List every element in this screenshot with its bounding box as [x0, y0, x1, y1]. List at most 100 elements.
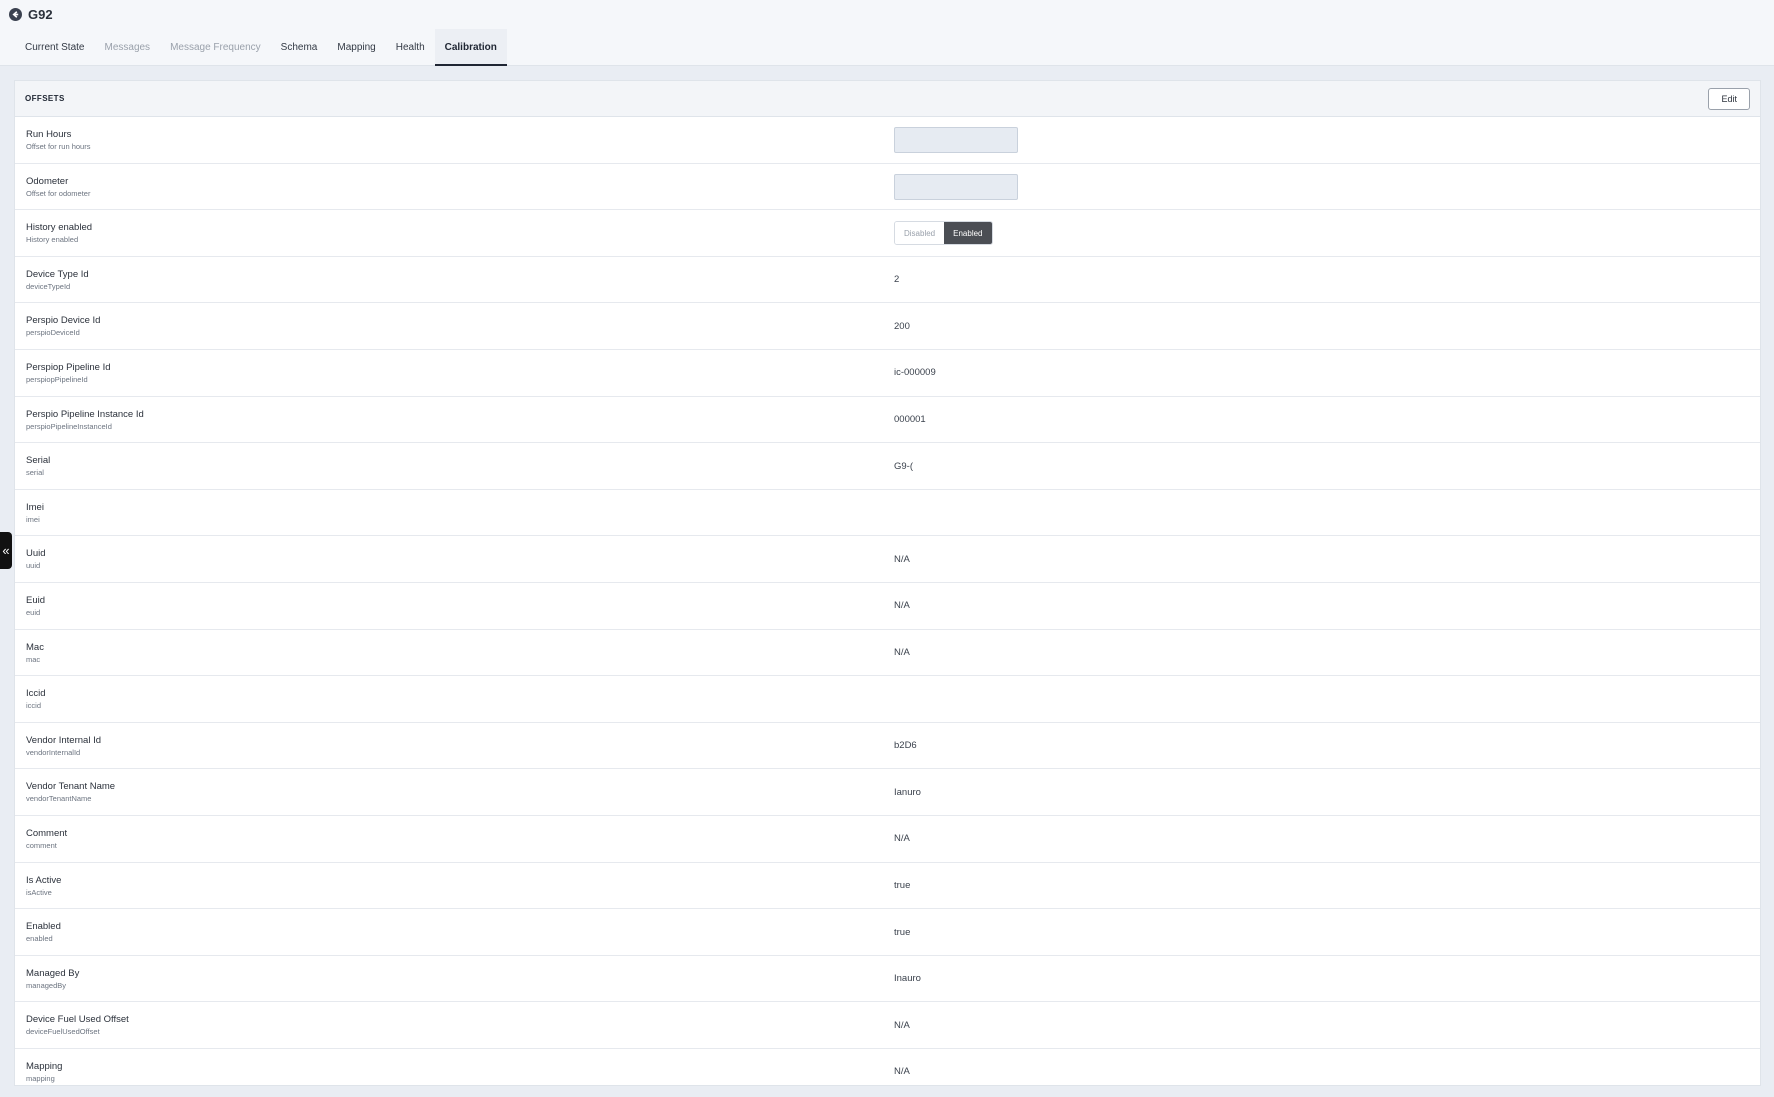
field-value-container [894, 117, 1018, 163]
field-label-group: Perspiop Pipeline Id perspiopPipelineId [26, 362, 111, 386]
field-list: Run Hours Offset for run hours Odometer Off… [15, 117, 1760, 1085]
field-sublabel: uuid [26, 561, 41, 571]
field-value: N/A [894, 647, 910, 659]
field-row: Device Type Id deviceTypeId 2 [15, 257, 1760, 304]
field-value: N/A [894, 833, 910, 845]
edit-button[interactable]: Edit [1708, 87, 1750, 110]
field-sublabel: mapping [26, 1073, 55, 1083]
field-sublabel: deviceTypeId [26, 281, 71, 291]
tab-calibration[interactable]: Calibration [434, 29, 507, 66]
field-label: History enabled [26, 222, 93, 234]
field-row: Managed By managedBy Inauro [15, 956, 1760, 1003]
field-label-group: Uuid uuid [26, 548, 46, 572]
field-row: Imei imei [15, 490, 1760, 537]
tab-schema[interactable]: Schema [271, 29, 328, 66]
field-label: Run Hours [26, 129, 72, 140]
field-sublabel: perspiopPipelineId [26, 374, 88, 384]
field-label-group: Vendor Internal Id vendorInternalId [26, 735, 101, 759]
field-label: Serial [26, 455, 51, 467]
toggle-enabled-option[interactable]: Enabled [944, 222, 992, 245]
section-title: OFFSETS [25, 94, 65, 103]
tab-message-frequency[interactable]: Message Frequency [160, 29, 271, 66]
field-value: b2D6 [894, 740, 917, 752]
history-toggle-container: Disabled Enabled [894, 210, 993, 256]
run-hours-input[interactable] [894, 127, 1018, 153]
tab-messages[interactable]: Messages [94, 29, 160, 66]
field-sublabel: comment [26, 840, 57, 850]
field-label: Imei [26, 501, 44, 513]
field-sublabel: Offset for run hours [26, 142, 91, 151]
field-value: 200 [894, 320, 910, 332]
field-label-group: Odometer Offset for odometer [26, 176, 90, 200]
field-label-group: Iccid iccid [26, 688, 46, 712]
field-row: Run Hours Offset for run hours [15, 117, 1760, 164]
field-sublabel: Offset for odometer [26, 188, 91, 198]
field-value: N/A [894, 553, 910, 565]
field-row: Odometer Offset for odometer [15, 164, 1760, 211]
field-row: Enabled enabled true [15, 909, 1760, 956]
tab-health[interactable]: Health [386, 29, 435, 66]
field-label: Perspio Device Id [26, 315, 101, 327]
field-label: Comment [26, 827, 68, 839]
field-sublabel: serial [26, 468, 44, 478]
field-value: true [894, 926, 911, 938]
field-label: Perspio Pipeline Instance Id [26, 408, 144, 420]
field-value: Inauro [894, 973, 921, 985]
field-value: 2 [894, 274, 900, 286]
field-label: Vendor Internal Id [26, 734, 101, 746]
tab-current-state[interactable]: Current State [15, 29, 94, 66]
field-value: ic-000009 [894, 367, 936, 379]
field-value: N/A [894, 600, 910, 612]
field-sublabel: perspioDeviceId [26, 328, 80, 338]
page-header: G92 Current State Messages Message Frequ… [0, 0, 1774, 66]
field-label: Mac [26, 641, 44, 653]
field-sublabel: vendorTenantName [26, 794, 92, 804]
field-row: Comment comment N/A [15, 816, 1760, 863]
field-sublabel: History enabled [26, 235, 79, 245]
field-label-group: Comment comment [26, 828, 67, 852]
field-value: Ianuro [894, 786, 921, 798]
field-sublabel: isActive [26, 887, 52, 897]
field-label: Device Type Id [26, 268, 89, 280]
field-label-group: History enabled History enabled [26, 222, 92, 246]
field-row: Is Active isActive true [15, 863, 1760, 910]
field-row: Mapping mapping N/A [15, 1049, 1760, 1085]
field-value: G9-( [894, 460, 913, 472]
field-label-group: Is Active isActive [26, 875, 61, 899]
field-label: Iccid [26, 688, 46, 700]
field-label: Enabled [26, 921, 61, 933]
field-label-group: Device Fuel Used Offset deviceFuelUsedOff… [26, 1014, 129, 1038]
tab-mapping[interactable]: Mapping [327, 29, 385, 66]
tab-bar: Current State Messages Message Frequency… [15, 29, 507, 66]
field-label-group: Device Type Id deviceTypeId [26, 269, 89, 293]
page-title: G92 [28, 6, 53, 22]
field-sublabel: enabled [26, 934, 53, 944]
field-label-group: Perspio Pipeline Instance Id perspioPipel… [26, 409, 144, 433]
field-label: Mapping [26, 1060, 63, 1072]
field-label: Vendor Tenant Name [26, 781, 116, 793]
toggle-disabled-option[interactable]: Disabled [895, 222, 945, 245]
back-arrow-icon[interactable] [9, 7, 22, 21]
field-sublabel: iccid [26, 701, 42, 711]
odometer-input[interactable] [894, 173, 1018, 200]
field-row: Serial serial G9-( [15, 443, 1760, 490]
field-label: Uuid [26, 548, 46, 560]
field-row: Mac mac N/A [15, 630, 1760, 677]
field-label: Euid [26, 594, 46, 606]
field-row: Iccid iccid [15, 676, 1760, 723]
field-label: Device Fuel Used Offset [26, 1014, 129, 1026]
field-label: Is Active [26, 874, 62, 886]
field-label-group: Perspio Device Id perspioDeviceId [26, 315, 100, 339]
history-enabled-toggle[interactable]: Disabled Enabled [894, 221, 993, 246]
field-sublabel: euid [26, 607, 41, 617]
field-value: true [894, 880, 911, 891]
collapse-sidebar-icon[interactable]: « [0, 532, 12, 569]
field-label-group: Imei imei [26, 502, 44, 526]
field-row: Perspio Device Id perspioDeviceId 200 [15, 303, 1760, 350]
field-row: Perspiop Pipeline Id perspiopPipelineId ic… [15, 350, 1760, 397]
field-sublabel: mac [26, 654, 41, 664]
field-value: 000001 [894, 414, 926, 426]
field-row: Perspio Pipeline Instance Id perspioPipel… [15, 397, 1760, 444]
field-label: Odometer [26, 175, 69, 187]
field-row: Vendor Tenant Name vendorTenantName Ianuro [15, 769, 1760, 816]
